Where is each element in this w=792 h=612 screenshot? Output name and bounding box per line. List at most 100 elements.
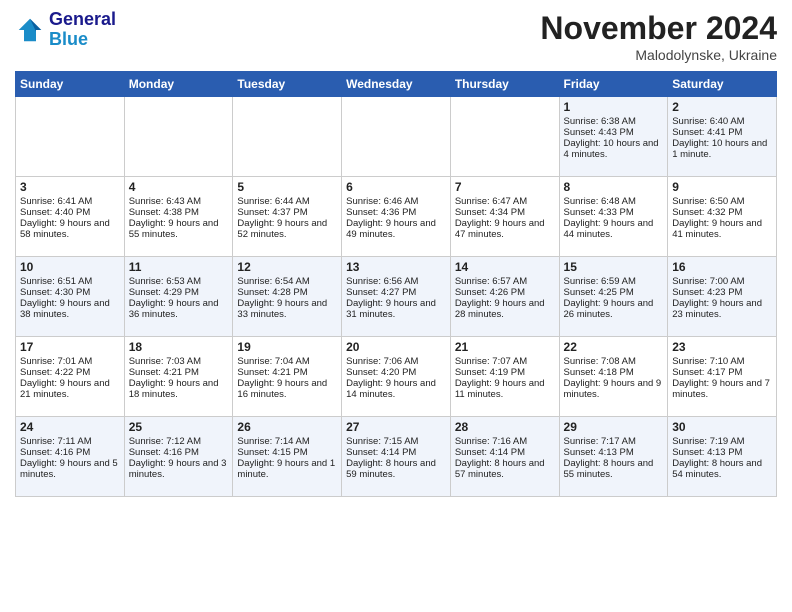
sunrise-text: Sunrise: 7:19 AM [672, 436, 772, 447]
day-number: 1 [564, 100, 664, 114]
sunset-text: Sunset: 4:34 PM [455, 207, 555, 218]
day-number: 23 [672, 340, 772, 354]
calendar-cell: 19Sunrise: 7:04 AMSunset: 4:21 PMDayligh… [233, 337, 342, 417]
sunrise-text: Sunrise: 7:14 AM [237, 436, 337, 447]
calendar-cell: 26Sunrise: 7:14 AMSunset: 4:15 PMDayligh… [233, 417, 342, 497]
sunset-text: Sunset: 4:16 PM [129, 447, 229, 458]
calendar-cell: 7 Sunrise: 6:47 AMSunset: 4:34 PMDaylight… [450, 177, 559, 257]
calendar-cell: 27Sunrise: 7:15 AMSunset: 4:14 PMDayligh… [342, 417, 451, 497]
sunrise-text: Sunrise: 7:00 AM [672, 276, 772, 287]
calendar-cell: 21Sunrise: 7:07 AMSunset: 4:19 PMDayligh… [450, 337, 559, 417]
sunrise-text: Sunrise: 7:16 AM [455, 436, 555, 447]
sunrise-text: Sunrise: 6:40 AM [672, 116, 772, 127]
daylight-text: Daylight: 9 hours and 14 minutes. [346, 378, 446, 400]
sunrise-text: Sunrise: 6:57 AM [455, 276, 555, 287]
day-number: 8 [564, 180, 664, 194]
sunrise-text: Sunrise: 7:06 AM [346, 356, 446, 367]
daylight-text: Daylight: 9 hours and 3 minutes. [129, 458, 229, 480]
logo: General Blue [15, 10, 116, 50]
col-saturday: Saturday [668, 72, 777, 97]
col-tuesday: Tuesday [233, 72, 342, 97]
calendar-cell: 17Sunrise: 7:01 AMSunset: 4:22 PMDayligh… [16, 337, 125, 417]
sunrise-text: Sunrise: 6:43 AM [129, 196, 229, 207]
day-number: 2 [672, 100, 772, 114]
calendar-cell: 8Sunrise: 6:48 AMSunset: 4:33 PMDaylight… [559, 177, 668, 257]
calendar-week-0: 1Sunrise: 6:38 AMSunset: 4:43 PMDaylight… [16, 97, 777, 177]
day-number: 13 [346, 260, 446, 274]
sunrise-text: Sunrise: 7:11 AM [20, 436, 120, 447]
daylight-text: Daylight: 9 hours and 11 minutes. [455, 378, 555, 400]
calendar-week-4: 24Sunrise: 7:11 AMSunset: 4:16 PMDayligh… [16, 417, 777, 497]
daylight-text: Daylight: 9 hours and 49 minutes. [346, 218, 446, 240]
logo-icon [15, 15, 45, 45]
calendar-cell: 22Sunrise: 7:08 AMSunset: 4:18 PMDayligh… [559, 337, 668, 417]
calendar-cell: 1Sunrise: 6:38 AMSunset: 4:43 PMDaylight… [559, 97, 668, 177]
day-number: 29 [564, 420, 664, 434]
header-row: Sunday Monday Tuesday Wednesday Thursday… [16, 72, 777, 97]
calendar-cell: 29 Sunrise: 7:17 AMSunset: 4:13 PMDayligh… [559, 417, 668, 497]
sunset-text: Sunset: 4:17 PM [672, 367, 772, 378]
calendar-cell [16, 97, 125, 177]
sunset-text: Sunset: 4:43 PM [564, 127, 664, 138]
daylight-text: Daylight: 9 hours and 33 minutes. [237, 298, 337, 320]
col-wednesday: Wednesday [342, 72, 451, 97]
sunset-text: Sunset: 4:26 PM [455, 287, 555, 298]
sunset-text: Sunset: 4:18 PM [564, 367, 664, 378]
col-monday: Monday [124, 72, 233, 97]
daylight-text: Daylight: 8 hours and 55 minutes. [564, 458, 664, 480]
calendar-header: Sunday Monday Tuesday Wednesday Thursday… [16, 72, 777, 97]
sunset-text: Sunset: 4:41 PM [672, 127, 772, 138]
header: General Blue November 2024 Malodolynske,… [15, 10, 777, 63]
sunset-text: Sunset: 4:30 PM [20, 287, 120, 298]
sunrise-text: Sunrise: 6:41 AM [20, 196, 120, 207]
sunrise-text: Sunrise: 6:48 AM [564, 196, 664, 207]
sunrise-text: Sunrise: 6:51 AM [20, 276, 120, 287]
daylight-text: Daylight: 9 hours and 5 minutes. [20, 458, 120, 480]
daylight-text: Daylight: 8 hours and 59 minutes. [346, 458, 446, 480]
sunset-text: Sunset: 4:13 PM [564, 447, 664, 458]
day-number: 15 [564, 260, 664, 274]
sunrise-text: Sunrise: 6:47 AM [455, 196, 555, 207]
daylight-text: Daylight: 9 hours and 31 minutes. [346, 298, 446, 320]
daylight-text: Daylight: 9 hours and 55 minutes. [129, 218, 229, 240]
day-number: 7 [455, 180, 555, 194]
calendar-cell [124, 97, 233, 177]
day-number: 18 [129, 340, 229, 354]
logo-text: General Blue [49, 10, 116, 50]
sunset-text: Sunset: 4:21 PM [237, 367, 337, 378]
sunset-text: Sunset: 4:37 PM [237, 207, 337, 218]
sunset-text: Sunset: 4:28 PM [237, 287, 337, 298]
daylight-text: Daylight: 9 hours and 47 minutes. [455, 218, 555, 240]
calendar-cell: 2Sunrise: 6:40 AMSunset: 4:41 PMDaylight… [668, 97, 777, 177]
sunrise-text: Sunrise: 6:59 AM [564, 276, 664, 287]
calendar-cell: 30Sunrise: 7:19 AMSunset: 4:13 PMDayligh… [668, 417, 777, 497]
sunrise-text: Sunrise: 6:46 AM [346, 196, 446, 207]
day-number: 12 [237, 260, 337, 274]
daylight-text: Daylight: 8 hours and 54 minutes. [672, 458, 772, 480]
day-number: 22 [564, 340, 664, 354]
sunrise-text: Sunrise: 7:15 AM [346, 436, 446, 447]
day-number: 3 [20, 180, 120, 194]
calendar-week-1: 3Sunrise: 6:41 AMSunset: 4:40 PMDaylight… [16, 177, 777, 257]
calendar-week-3: 17Sunrise: 7:01 AMSunset: 4:22 PMDayligh… [16, 337, 777, 417]
day-number: 6 [346, 180, 446, 194]
daylight-text: Daylight: 9 hours and 36 minutes. [129, 298, 229, 320]
sunrise-text: Sunrise: 7:04 AM [237, 356, 337, 367]
day-number: 19 [237, 340, 337, 354]
day-number: 5 [237, 180, 337, 194]
sunrise-text: Sunrise: 7:17 AM [564, 436, 664, 447]
daylight-text: Daylight: 8 hours and 57 minutes. [455, 458, 555, 480]
day-number: 17 [20, 340, 120, 354]
daylight-text: Daylight: 9 hours and 1 minute. [237, 458, 337, 480]
sunset-text: Sunset: 4:13 PM [672, 447, 772, 458]
calendar-cell: 25Sunrise: 7:12 AMSunset: 4:16 PMDayligh… [124, 417, 233, 497]
location: Malodolynske, Ukraine [540, 47, 777, 63]
calendar-week-2: 10Sunrise: 6:51 AMSunset: 4:30 PMDayligh… [16, 257, 777, 337]
sunrise-text: Sunrise: 6:50 AM [672, 196, 772, 207]
sunrise-text: Sunrise: 7:03 AM [129, 356, 229, 367]
daylight-text: Daylight: 9 hours and 44 minutes. [564, 218, 664, 240]
calendar-cell: 13Sunrise: 6:56 AMSunset: 4:27 PMDayligh… [342, 257, 451, 337]
sunset-text: Sunset: 4:32 PM [672, 207, 772, 218]
sunset-text: Sunset: 4:15 PM [237, 447, 337, 458]
sunrise-text: Sunrise: 7:10 AM [672, 356, 772, 367]
